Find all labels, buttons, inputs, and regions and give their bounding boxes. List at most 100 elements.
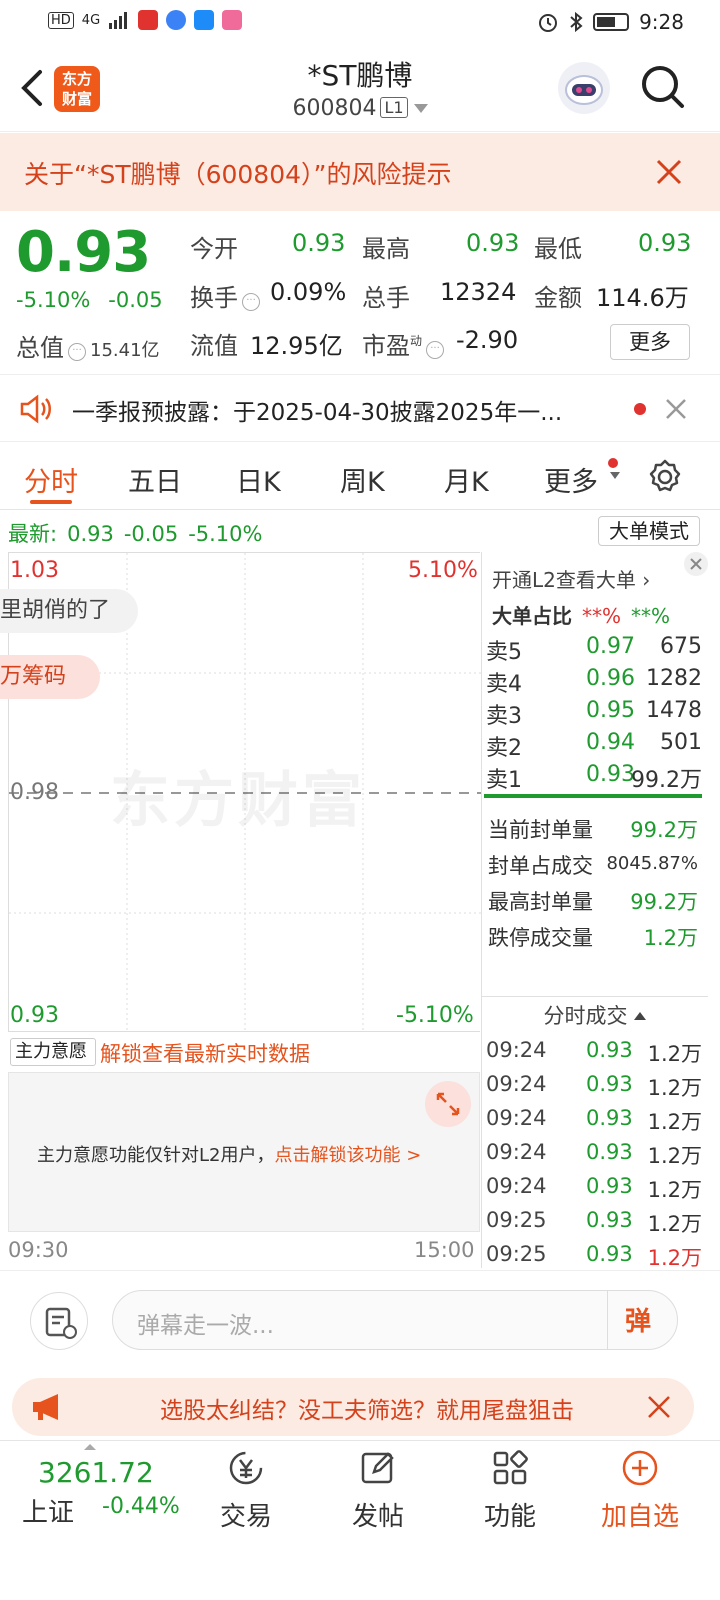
stock-code-selector[interactable]: 600804 L1 xyxy=(200,96,520,121)
book-label: 卖1 xyxy=(486,768,522,793)
unlock-feature-link[interactable]: 点击解锁该功能 > xyxy=(274,1145,421,1166)
big-order-mode-button[interactable]: 大单模式 xyxy=(598,516,700,546)
back-arrow-icon[interactable] xyxy=(18,68,46,108)
order-book-row[interactable]: 卖5 0.97 675 xyxy=(486,634,702,666)
nav-post[interactable]: 发帖 xyxy=(328,1448,428,1533)
clock: 9:28 xyxy=(639,10,684,34)
turnover[interactable]: 换手 ··· xyxy=(190,278,264,313)
close-icon[interactable] xyxy=(654,157,684,187)
note-button[interactable] xyxy=(30,1292,88,1350)
indicator-select-value: 主力意愿 xyxy=(15,1041,87,1062)
nav-functions[interactable]: 功能 xyxy=(460,1448,560,1533)
danmu-toggle-icon[interactable]: 弹 xyxy=(625,1301,651,1338)
close-icon[interactable] xyxy=(664,397,688,421)
latest-label: 最新: xyxy=(8,522,58,546)
pe-sup: 动 xyxy=(410,334,423,348)
volume-value: 12324 xyxy=(440,278,517,306)
more-quote-button[interactable]: 更多 xyxy=(610,324,690,360)
big-order-ratio: 大单占比 **% **% xyxy=(492,600,670,629)
info-icon[interactable]: ··· xyxy=(68,343,86,361)
order-book-row[interactable]: 卖4 0.96 1282 xyxy=(486,666,702,698)
high-label: 最高 xyxy=(362,235,410,263)
ticks-header[interactable]: 分时成交 xyxy=(481,996,708,1036)
book-price: 0.97 xyxy=(586,634,635,659)
tick-volume: 1.2万 xyxy=(647,1246,702,1270)
seal-label: 当前封单量 xyxy=(488,818,593,842)
tick-row: 09:24 0.93 1.2万 xyxy=(486,1072,702,1104)
danmu-bubble[interactable]: 里胡俏的了 xyxy=(0,589,138,633)
promo-banner[interactable]: 选股太纠结？没工夫筛选？就用尾盘狙击 xyxy=(12,1378,694,1436)
close-icon[interactable] xyxy=(646,1394,672,1420)
book-label: 卖5 xyxy=(486,640,522,665)
expand-button[interactable] xyxy=(425,1081,471,1127)
close-icon xyxy=(690,558,702,570)
grid-apps-icon xyxy=(493,1450,528,1485)
info-icon[interactable]: ··· xyxy=(242,293,260,311)
network-indicator: 4G xyxy=(81,12,101,28)
seal-label: 最高封单量 xyxy=(488,890,593,914)
danmu-bubble[interactable]: 万筹码 xyxy=(0,655,100,699)
tab-intraday[interactable]: 分时 xyxy=(24,460,78,499)
edit-post-icon xyxy=(361,1452,394,1484)
chat-notification-icon xyxy=(194,10,215,30)
status-left: HD 4G xyxy=(48,10,243,30)
tab-weekly-k[interactable]: 周K xyxy=(340,460,385,499)
battery-icon xyxy=(593,13,630,31)
order-book-row[interactable]: 卖3 0.95 1478 xyxy=(486,698,702,730)
index-value[interactable]: 3261.72 xyxy=(38,1456,154,1489)
unread-dot xyxy=(608,458,618,468)
tab-monthly-k[interactable]: 月K xyxy=(444,460,489,499)
gear-icon[interactable] xyxy=(646,458,684,496)
change-amount: -0.05 xyxy=(108,288,163,312)
megaphone-icon xyxy=(33,1394,58,1420)
tick-time: 09:24 xyxy=(486,1038,547,1062)
seal-stat-row: 封单占成交 8045.87% xyxy=(488,850,698,882)
search-icon[interactable] xyxy=(638,62,688,112)
order-book-row[interactable]: 卖1 0.93 99.2万 xyxy=(486,762,702,794)
amount-label: 金额 xyxy=(534,284,582,312)
tab-more[interactable]: 更多 xyxy=(544,460,598,499)
announcement-text[interactable]: 一季报预披露：于2025-04-30披露2025年一... xyxy=(72,393,612,427)
main-force-message: 主力意愿功能仅针对L2用户，点击解锁该功能 > xyxy=(37,1141,421,1167)
trade-icon xyxy=(229,1451,263,1485)
chevron-down-icon xyxy=(610,472,620,479)
book-price: 0.96 xyxy=(586,666,635,691)
app-logo[interactable]: 东方 财富 xyxy=(54,66,100,112)
promo-text[interactable]: 选股太纠结？没工夫筛选？就用尾盘狙击 xyxy=(160,1391,630,1425)
volume-label: 总手 xyxy=(362,284,410,312)
market-cap[interactable]: 总值 ··· 15.41亿 xyxy=(16,328,160,363)
add-circle-icon xyxy=(622,1450,658,1486)
order-book-row[interactable]: 卖2 0.94 501 xyxy=(486,730,702,762)
open-l2-link[interactable]: 开通L2查看大单 › xyxy=(492,564,650,593)
index-percent[interactable]: -0.44% xyxy=(102,1494,180,1519)
danmu-input[interactable]: 弹幕走一波... 弹 xyxy=(112,1290,678,1350)
book-label: 卖2 xyxy=(486,736,522,761)
tab-five-day[interactable]: 五日 xyxy=(128,460,182,499)
robot-assistant-icon[interactable] xyxy=(556,60,612,116)
book-price: 0.95 xyxy=(586,698,635,723)
bluetooth-icon xyxy=(570,11,583,33)
index-name[interactable]: 上证 xyxy=(22,1492,74,1529)
pe-ratio[interactable]: 市盈动··· xyxy=(362,326,448,361)
risk-warning-banner[interactable]: 关于“*ST鹏博（600804）”的风险提示 xyxy=(0,133,720,211)
unread-dot xyxy=(634,403,646,415)
risk-warning-text[interactable]: 关于“*ST鹏博（600804）”的风险提示 xyxy=(24,155,451,191)
tab-daily-k[interactable]: 日K xyxy=(236,460,281,499)
nav-add-watchlist[interactable]: 加自选 xyxy=(590,1448,690,1533)
info-icon[interactable]: ··· xyxy=(426,341,445,359)
y-axis-bottom: 0.93 xyxy=(10,1003,59,1028)
close-panel-button[interactable] xyxy=(684,552,708,576)
nav-add-watchlist-label: 加自选 xyxy=(600,1502,679,1532)
book-volume: 501 xyxy=(660,730,702,755)
announcement-bar[interactable]: 一季报预披露：于2025-04-30披露2025年一... xyxy=(0,374,720,442)
nav-trade[interactable]: 交易 xyxy=(196,1448,296,1533)
tick-time: 09:25 xyxy=(486,1208,547,1232)
tick-price: 0.93 xyxy=(586,1242,633,1266)
logo-text-bottom: 财富 xyxy=(61,90,92,108)
tick-row: 09:25 0.93 1.2万 xyxy=(486,1208,702,1240)
unlock-realtime-link[interactable]: 解锁查看最新实时数据 xyxy=(100,1038,310,1068)
expand-icon xyxy=(436,1092,460,1116)
indicator-select[interactable]: 主力意愿 xyxy=(10,1038,96,1081)
pe-value: -2.90 xyxy=(456,326,519,354)
market-cap-label: 总值 xyxy=(16,334,64,362)
